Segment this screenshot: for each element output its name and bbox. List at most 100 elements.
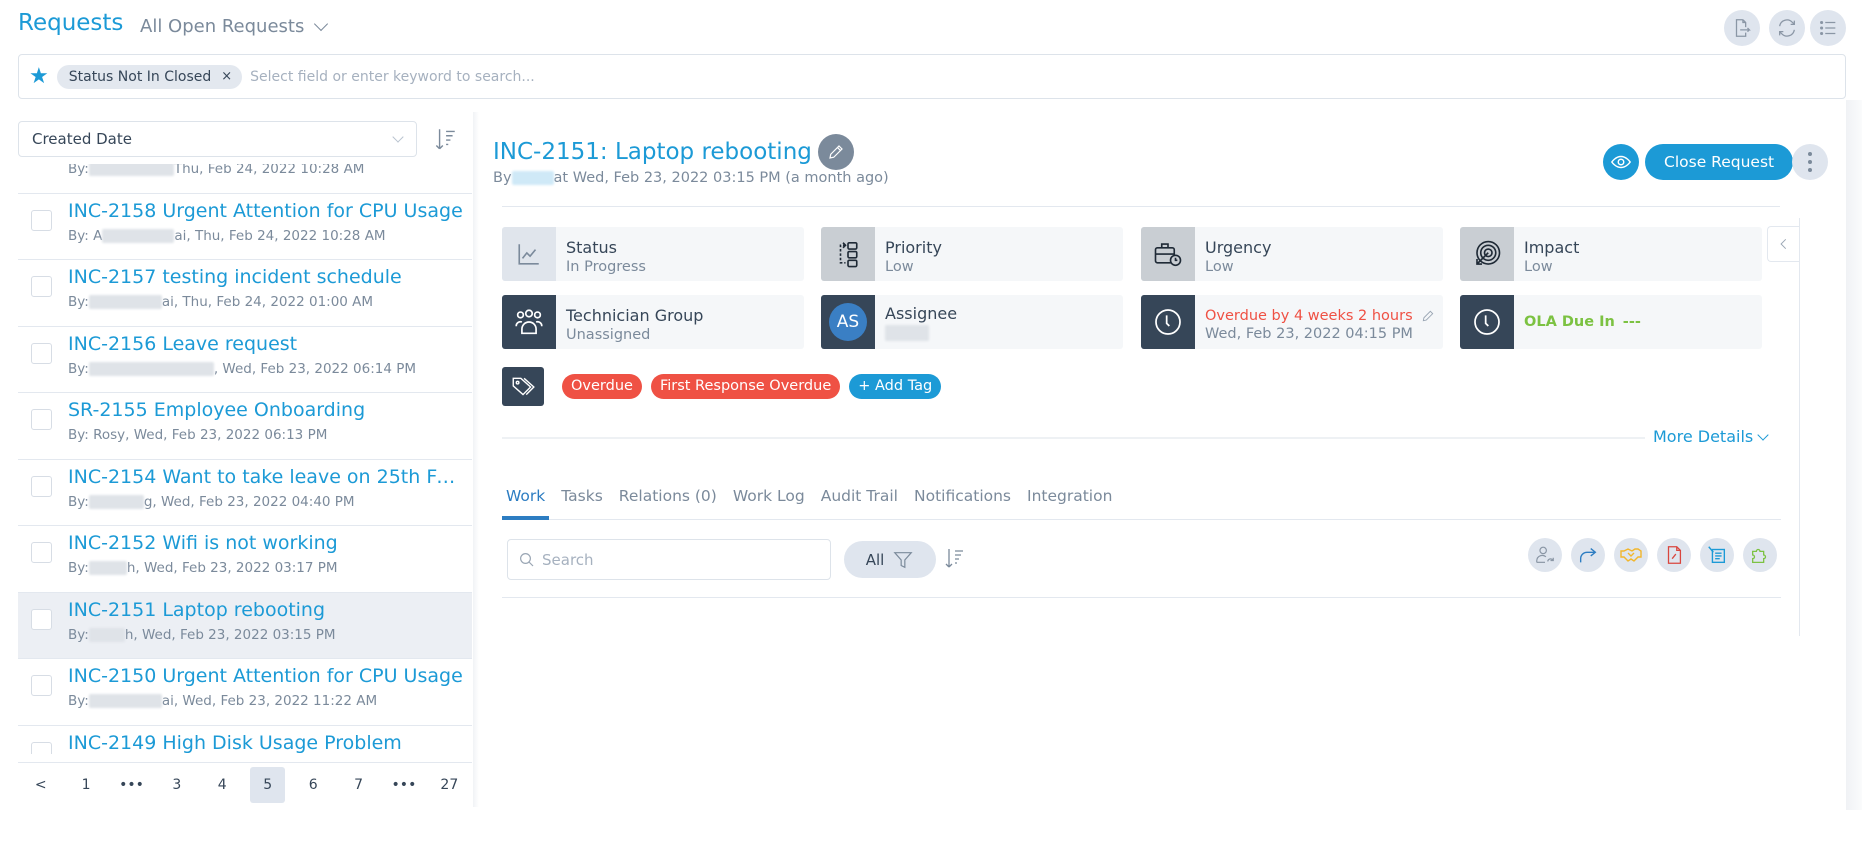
row-checkbox[interactable] xyxy=(31,741,52,754)
refresh-button[interactable] xyxy=(1769,10,1805,46)
page-button[interactable]: 7 xyxy=(336,767,381,803)
work-search-box[interactable] xyxy=(507,539,831,580)
page-button[interactable]: 6 xyxy=(290,767,335,803)
tab-integration[interactable]: Integration xyxy=(1027,484,1112,519)
page-title: Requests xyxy=(18,10,124,36)
add-tag-button[interactable]: + Add Tag xyxy=(849,374,942,399)
close-icon[interactable]: × xyxy=(221,69,232,84)
urgency-value: Low xyxy=(1205,259,1234,275)
list-item[interactable]: INC-2154 Want to take leave on 25th Feb-… xyxy=(18,460,472,526)
row-checkbox[interactable] xyxy=(31,209,52,231)
sort-field-value: Created Date xyxy=(32,130,132,148)
row-checkbox[interactable] xyxy=(31,675,52,696)
divider xyxy=(502,206,1780,207)
tab-tasks[interactable]: Tasks xyxy=(561,484,603,519)
work-search-input[interactable] xyxy=(542,550,812,569)
collapse-sidebar-button[interactable] xyxy=(1767,226,1799,262)
search-input[interactable]: Select field or enter keyword to search.… xyxy=(250,69,535,85)
close-request-button[interactable]: Close Request xyxy=(1645,144,1794,180)
search-bar[interactable]: ★ Status Not In Closed × Select field or… xyxy=(18,54,1846,99)
pencil-icon[interactable] xyxy=(1421,309,1435,323)
request-title[interactable]: INC-2154 Want to take leave on 25th Feb-… xyxy=(68,466,463,488)
list-item[interactable]: INC-2152 Wifi is not working By: h, Wed,… xyxy=(18,526,472,593)
scrollbar-track[interactable] xyxy=(1846,100,1862,810)
status-card[interactable]: Status In Progress xyxy=(502,227,804,281)
page-button[interactable]: 1 xyxy=(63,767,108,803)
row-checkbox[interactable] xyxy=(31,608,52,630)
pdf-button[interactable] xyxy=(1657,538,1691,572)
page-ellipsis[interactable]: ••• xyxy=(109,767,154,803)
list-item-selected[interactable]: INC-2151 Laptop rebooting By: h, Wed, Fe… xyxy=(18,592,472,659)
impact-card[interactable]: Impact Low xyxy=(1460,227,1762,281)
integration-button[interactable] xyxy=(1743,538,1777,572)
sla-due-card[interactable]: Overdue by 4 weeks 2 hours Wed, Feb 23, … xyxy=(1141,295,1443,349)
export-button[interactable] xyxy=(1724,10,1760,46)
urgency-label: Urgency xyxy=(1205,238,1272,257)
tab-work-log[interactable]: Work Log xyxy=(733,484,805,519)
request-title[interactable]: INC-2150 Urgent Attention for CPU Usage xyxy=(68,665,463,687)
sort-field-select[interactable]: Created Date xyxy=(18,121,417,157)
ola-due-card[interactable]: OLA Due In --- xyxy=(1460,295,1762,349)
page-button[interactable]: 27 xyxy=(427,767,472,803)
edit-title-button[interactable] xyxy=(817,134,854,170)
watch-button[interactable] xyxy=(1603,144,1639,180)
tab-work[interactable]: Work xyxy=(501,484,550,520)
tab-relations[interactable]: Relations (0) xyxy=(619,484,717,519)
more-details-toggle[interactable]: More Details xyxy=(1653,427,1769,446)
filter-chip[interactable]: Status Not In Closed × xyxy=(56,64,243,89)
more-options-button[interactable] xyxy=(1792,144,1828,180)
list-item[interactable]: By: Thu, Feb 24, 2022 10:28 AM xyxy=(18,164,472,194)
ola-value: --- xyxy=(1622,314,1641,330)
row-checkbox[interactable] xyxy=(31,409,52,430)
list-item[interactable]: INC-2158 Urgent Attention for CPU Usage … xyxy=(18,194,472,260)
note-icon xyxy=(1708,546,1726,564)
assign-user-button[interactable] xyxy=(1528,538,1562,572)
prev-page-button[interactable]: < xyxy=(18,767,63,803)
row-checkbox[interactable] xyxy=(31,542,52,563)
assign-user-icon xyxy=(1536,546,1554,563)
row-checkbox[interactable] xyxy=(31,475,52,497)
list-item[interactable]: INC-2150 Urgent Attention for CPU Usage … xyxy=(18,659,472,726)
request-title[interactable]: INC-2158 Urgent Attention for CPU Usage xyxy=(68,200,463,222)
request-title[interactable]: INC-2156 Leave request xyxy=(68,333,463,355)
request-title[interactable]: INC-2152 Wifi is not working xyxy=(68,532,463,554)
list-item[interactable]: INC-2157 testing incident schedule By: a… xyxy=(18,260,472,327)
page-button-current[interactable]: 5 xyxy=(249,767,286,803)
search-icon xyxy=(520,552,534,566)
tag-first-response-overdue[interactable]: First Response Overdue xyxy=(650,374,841,399)
work-sort-button[interactable] xyxy=(942,546,966,570)
chevron-down-icon xyxy=(392,131,404,143)
panel-divider[interactable] xyxy=(473,112,479,807)
list-view-button[interactable] xyxy=(1810,10,1846,46)
tab-audit-trail[interactable]: Audit Trail xyxy=(821,484,898,519)
sort-descending-icon xyxy=(435,129,455,150)
divider xyxy=(1799,218,1800,636)
request-title[interactable]: INC-2149 High Disk Usage Problem xyxy=(68,732,463,754)
list-item[interactable]: INC-2149 High Disk Usage Problem xyxy=(18,726,472,754)
list-item[interactable]: SR-2155 Employee Onboarding By: Rosy, We… xyxy=(18,393,472,460)
technician-group-card[interactable]: Technician Group Unassigned xyxy=(502,295,804,349)
urgency-card[interactable]: Urgency Low xyxy=(1141,227,1443,281)
handshake-button[interactable] xyxy=(1614,538,1648,572)
row-checkbox[interactable] xyxy=(31,342,52,364)
request-title[interactable]: INC-2151 Laptop rebooting xyxy=(68,599,463,621)
star-icon[interactable]: ★ xyxy=(29,64,49,89)
tag-overdue[interactable]: Overdue xyxy=(562,374,642,399)
work-filter-button[interactable]: All xyxy=(844,541,936,578)
priority-card[interactable]: Priority Low xyxy=(821,227,1123,281)
list-item[interactable]: INC-2156 Leave request By: , Wed, Feb 23… xyxy=(18,327,472,393)
page-ellipsis[interactable]: ••• xyxy=(381,767,426,803)
tab-notifications[interactable]: Notifications xyxy=(914,484,1011,519)
row-checkbox[interactable] xyxy=(31,276,52,297)
sort-direction-button[interactable] xyxy=(430,124,460,154)
assignee-card[interactable]: AS Assignee xyxy=(821,295,1123,349)
page-button[interactable]: 4 xyxy=(200,767,245,803)
request-meta: By: Thu, Feb 24, 2022 10:28 AM xyxy=(68,164,365,177)
view-selector[interactable]: All Open Requests xyxy=(140,16,329,37)
add-note-button[interactable] xyxy=(1700,538,1734,572)
page-button[interactable]: 3 xyxy=(154,767,199,803)
forward-button[interactable] xyxy=(1571,538,1605,572)
sort-descending-icon xyxy=(945,549,963,568)
request-title[interactable]: SR-2155 Employee Onboarding xyxy=(68,399,463,421)
request-title[interactable]: INC-2157 testing incident schedule xyxy=(68,266,463,288)
